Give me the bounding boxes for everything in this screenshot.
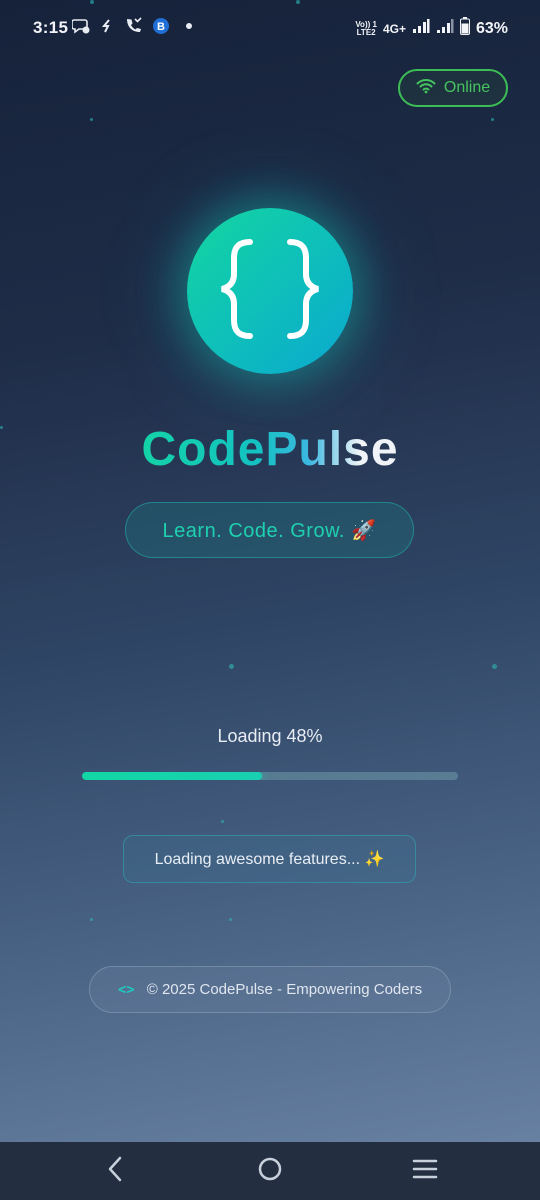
recents-button[interactable] — [410, 1156, 440, 1186]
recents-icon — [412, 1158, 438, 1185]
chat-notification-icon — [72, 17, 90, 35]
particle — [90, 0, 94, 4]
status-bar: 3:15 B Vo)) 1 LTE2 4G+ 63% — [0, 0, 540, 58]
system-status-icons: Vo)) 1 LTE2 4G+ 63% — [355, 17, 508, 40]
code-brackets-icon: <> — [117, 981, 135, 998]
system-navigation-bar — [0, 1142, 540, 1200]
particle — [229, 918, 232, 921]
more-notifications-dot — [186, 23, 192, 29]
loading-percentage-label: Loading 48% — [217, 726, 323, 746]
curly-braces-icon — [210, 234, 330, 349]
footer-badge: <> © 2025 CodePulse - Empowering Coders — [89, 966, 451, 1013]
loading-message-box: Loading awesome features... ✨ — [123, 835, 416, 883]
signal-icon — [412, 18, 430, 39]
wifi-icon — [416, 78, 436, 99]
svg-text:B: B — [157, 21, 165, 33]
back-icon — [106, 1156, 124, 1187]
loading-progress-bar — [82, 772, 458, 780]
tagline-text: Learn. Code. Grow. 🚀 — [162, 519, 377, 542]
loading-progress-fill — [82, 772, 263, 780]
particle — [296, 0, 300, 4]
flipkart-icon — [100, 18, 114, 34]
status-time: 3:15 — [33, 18, 69, 37]
particle — [229, 664, 234, 669]
loading-message: Loading awesome features... ✨ — [154, 851, 385, 868]
app-badge-icon: B — [152, 17, 170, 35]
particle — [492, 664, 497, 669]
battery-icon — [459, 17, 470, 40]
home-icon — [257, 1156, 283, 1187]
app-logo — [187, 208, 353, 374]
signal-icon-2 — [436, 18, 454, 39]
online-label: Online — [443, 79, 491, 96]
particle — [90, 118, 93, 121]
back-button[interactable] — [100, 1156, 130, 1186]
particle — [221, 820, 224, 823]
notification-icons: B — [72, 17, 192, 35]
home-button[interactable] — [255, 1156, 285, 1186]
tagline-badge: Learn. Code. Grow. 🚀 — [125, 502, 414, 558]
missed-call-icon — [124, 17, 142, 35]
particle — [491, 118, 494, 121]
volte-indicator: Vo)) 1 LTE2 — [355, 19, 377, 37]
particle — [90, 918, 93, 921]
connection-status-badge: Online — [398, 69, 508, 107]
app-title: CodePulse — [141, 423, 399, 476]
battery-percentage: 63% — [475, 19, 508, 37]
footer-copyright: © 2025 CodePulse - Empowering Coders — [146, 981, 423, 998]
network-type: 4G+ — [382, 21, 406, 36]
